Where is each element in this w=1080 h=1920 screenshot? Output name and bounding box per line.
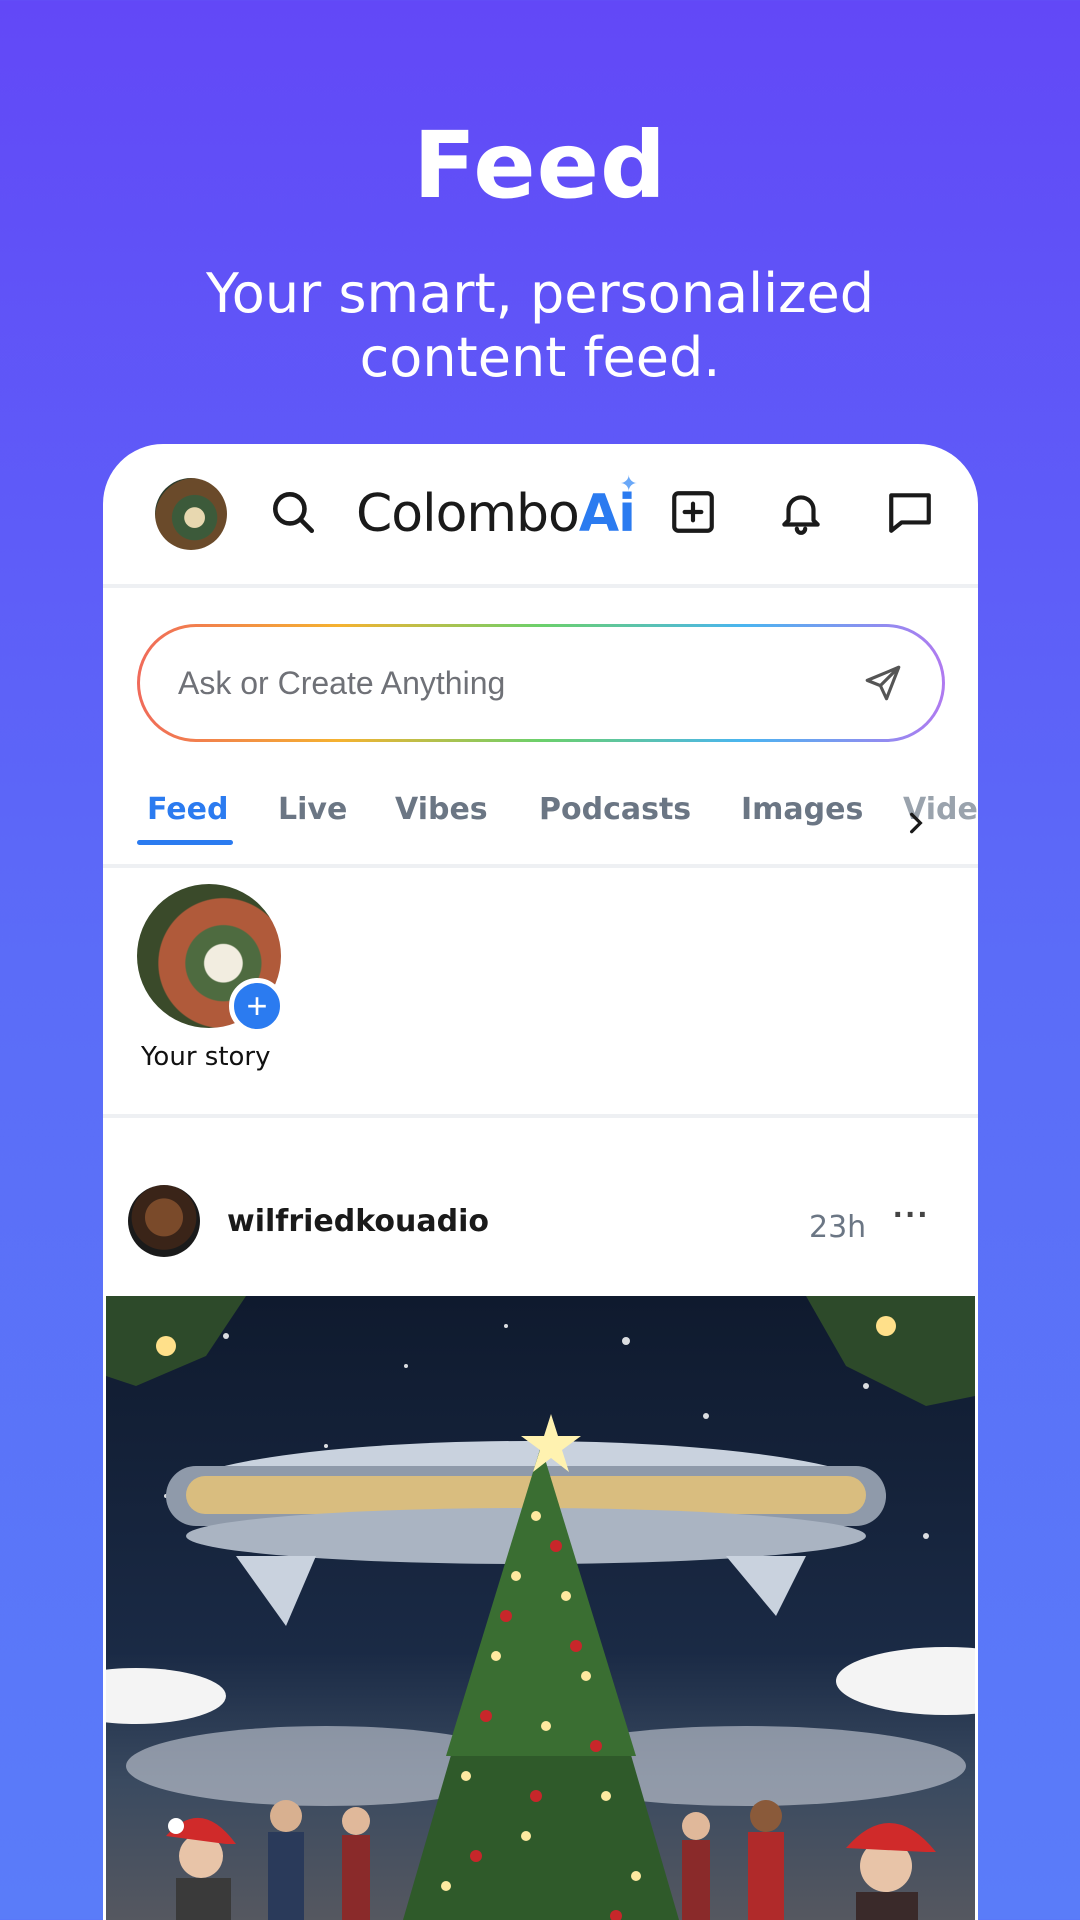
post-image-art <box>106 1296 975 1920</box>
sparkle-icon: ✦ <box>619 472 638 497</box>
promo-subtitle: Your smart, personalized content feed. <box>205 262 874 389</box>
divider <box>103 584 978 588</box>
plus-square-icon <box>672 491 714 533</box>
post-image[interactable] <box>106 1296 975 1920</box>
search-button[interactable] <box>261 480 325 544</box>
search-bar <box>137 624 945 742</box>
app-logo: ColomboAi ✦ <box>356 472 638 544</box>
profile-avatar[interactable] <box>155 478 227 550</box>
plus-icon: + <box>246 985 268 1026</box>
more-icon[interactable]: ··· <box>893 1196 930 1235</box>
divider <box>103 864 978 868</box>
messages-button[interactable] <box>878 480 942 544</box>
post-author-avatar[interactable] <box>128 1185 200 1257</box>
story-label: Your story <box>141 1042 271 1072</box>
tab-live[interactable]: Live <box>278 792 347 827</box>
bell-icon <box>782 495 820 535</box>
create-button[interactable] <box>661 480 725 544</box>
post-username[interactable]: wilfriedkouadio <box>227 1204 489 1239</box>
promo-title: Feed <box>413 112 667 219</box>
divider <box>103 1114 978 1118</box>
tab-vibes[interactable]: Vibes <box>395 792 488 827</box>
chevron-right-icon[interactable] <box>903 806 929 840</box>
search-input[interactable] <box>178 664 862 702</box>
logo-text: Colombo <box>356 484 580 544</box>
send-icon[interactable] <box>862 662 904 704</box>
active-tab-indicator <box>137 840 233 845</box>
top-bar: ColomboAi ✦ <box>103 444 978 584</box>
notifications-button[interactable] <box>769 480 833 544</box>
tab-feed[interactable]: Feed <box>147 792 228 827</box>
app-screen: ColomboAi ✦ Feed Live <box>103 444 978 1920</box>
post-timestamp: 23h <box>809 1210 867 1245</box>
search-icon <box>273 492 315 534</box>
tab-images[interactable]: Images <box>741 792 863 827</box>
tab-podcasts[interactable]: Podcasts <box>539 792 691 827</box>
add-story-button[interactable]: + <box>229 978 285 1034</box>
feed-tabs: Feed Live Vibes Podcasts Images Vide <box>103 774 978 874</box>
chat-icon <box>889 493 931 533</box>
